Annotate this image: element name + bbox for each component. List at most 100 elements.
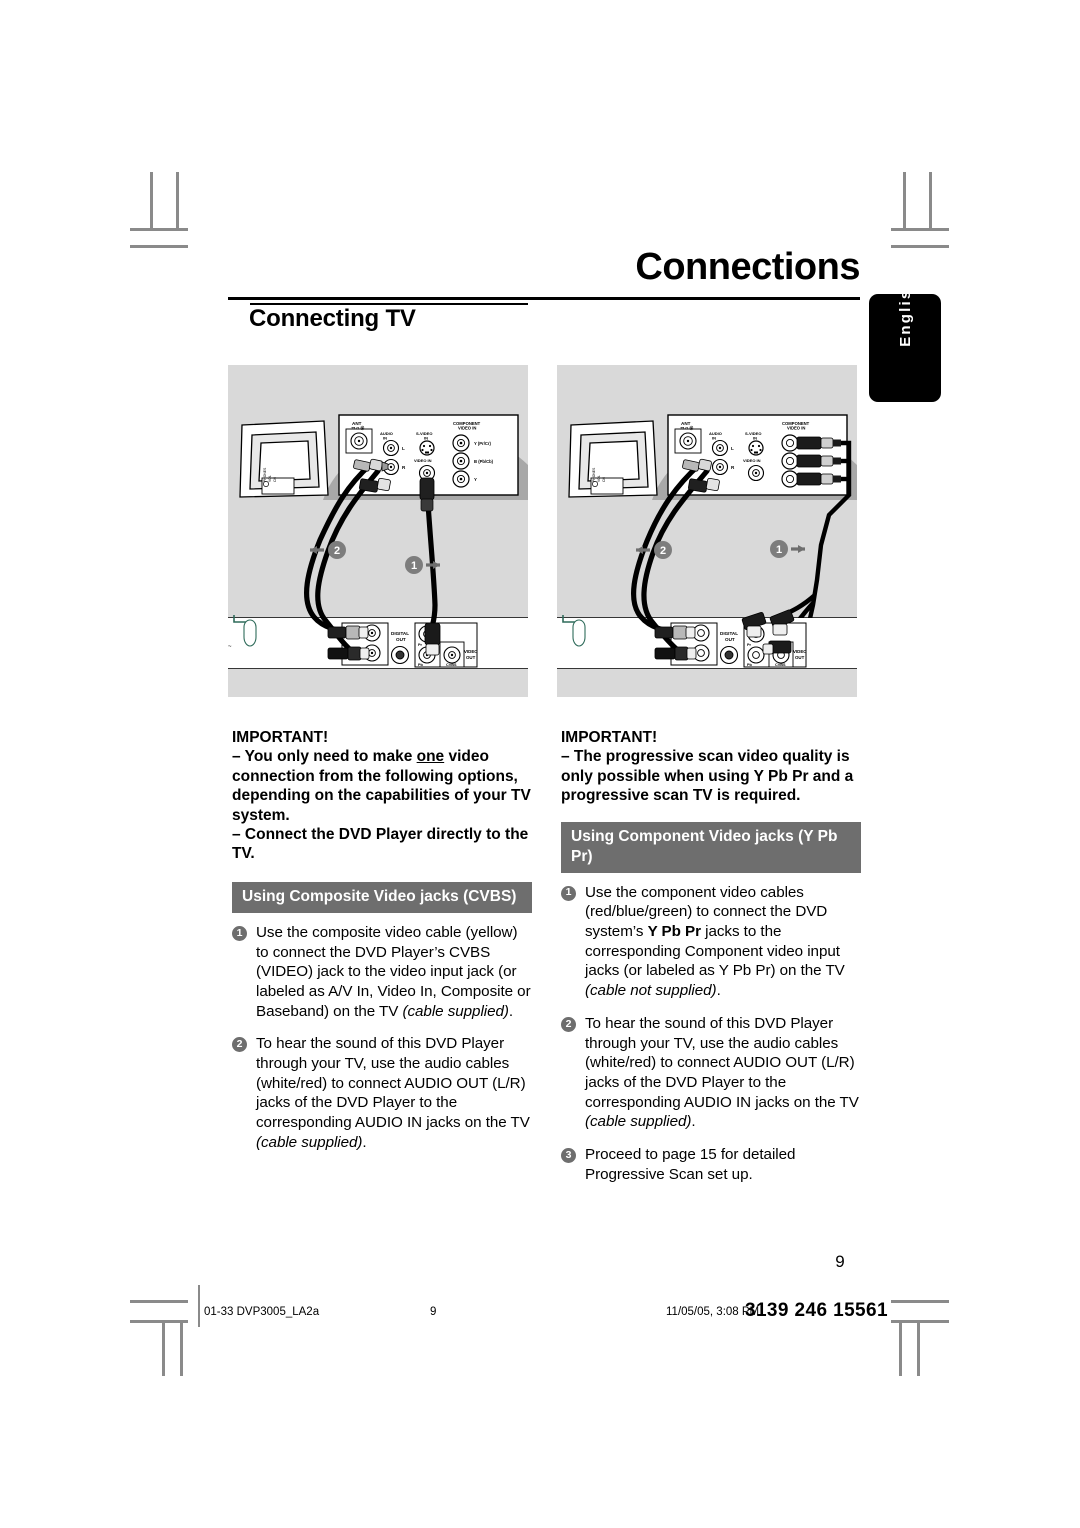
step-italic-note: (cable supplied) (402, 1002, 509, 1020)
step-number-badge: 2 (561, 1016, 576, 1032)
list-item: 1 Use the composite video cable (yellow) … (232, 923, 532, 1022)
crop-mark-top-right-outer-horizontal (891, 245, 949, 248)
section-title: Connecting TV (249, 305, 416, 332)
important-bullet-1-underline: one (416, 748, 445, 766)
svg-text:CH: CH (602, 477, 606, 482)
svg-text:L: L (402, 446, 405, 451)
step-tail: . (716, 982, 721, 1000)
svg-text:CVBS: CVBS (446, 663, 457, 667)
footer-document-code: 3139 246 15561 (745, 1300, 888, 1321)
diagram-left-graphic: PHONES VOL CH ANT 75 Ω ⑭ AUDIO IN L R S-… (228, 414, 528, 697)
step-number-badge: 1 (561, 885, 576, 901)
band-component-video: Using Component Video jacks (Y Pb Pr) (561, 821, 861, 873)
step-italic-note: (cable supplied) (256, 1133, 363, 1151)
step-italic-note: (cable not supplied) (585, 982, 717, 1000)
svg-text:VIDEO IN: VIDEO IN (414, 458, 432, 463)
crop-mark-bottom-left-outer-horizontal (130, 1300, 188, 1303)
diagram-right-graphic: PHONES VOL CH ANT 75 Ω ⑭ AUDIO IN L R S-… (557, 414, 857, 697)
svg-text:VIDEO IN: VIDEO IN (787, 425, 805, 430)
page-title: Connections (635, 246, 860, 288)
svg-text:OUT: OUT (466, 655, 476, 660)
important-heading-right: IMPORTANT! (561, 729, 658, 746)
svg-text:OUT: OUT (795, 655, 805, 660)
step-tail: . (691, 1113, 696, 1131)
steps-list-composite: 1 Use the composite video cable (yellow) … (232, 923, 532, 1153)
step-number-badge: 2 (232, 1037, 247, 1053)
important-heading-left: IMPORTANT! (232, 729, 329, 746)
crop-mark-top-right-outer-vertical (903, 172, 906, 230)
step-number-badge: 1 (232, 925, 247, 941)
important-bullet-2-left: – Connect the DVD Player directly to the… (232, 826, 529, 863)
language-tab-label: English (896, 277, 914, 347)
svg-text:Pr: Pr (418, 643, 423, 647)
list-item: 1 Use the component video cables (red/blu… (561, 883, 861, 1001)
crop-mark-top-left-vertical (150, 172, 153, 230)
svg-text:1: 1 (776, 544, 782, 556)
crop-mark-bottom-right-outer-horizontal (891, 1300, 949, 1303)
page-number: 9 (835, 1252, 845, 1271)
crop-mark-top-left-horizontal (130, 228, 188, 231)
header-divider (228, 297, 860, 300)
svg-text:VOL: VOL (597, 475, 601, 482)
step-tail: . (508, 1002, 514, 1020)
step-bold-term: Y Pb Pr (647, 923, 701, 941)
svg-text:Y: Y (474, 477, 477, 482)
svg-text:ANT: ANT (352, 421, 362, 426)
crop-mark-top-left-outer-horizontal (130, 245, 188, 248)
svg-text:CH: CH (273, 477, 277, 482)
svg-text:ANT: ANT (681, 421, 691, 426)
step-text: To hear the sound of this DVD Player thr… (256, 1035, 530, 1132)
footer-file-name: 01-33 DVP3005_LA2a (204, 1306, 320, 1318)
list-item: 2 To hear the sound of this DVD Player th… (561, 1014, 861, 1132)
steps-list-component: 1 Use the component video cables (red/blu… (561, 883, 861, 1185)
svg-text:IN: IN (383, 436, 387, 441)
component-video-connection-diagram: PHONES VOL CH ANT 75 Ω ⑭ AUDIO IN L R S-… (557, 365, 857, 697)
manual-page: Connections Connecting TV English PHONES… (0, 0, 1080, 1528)
svg-text:75 Ω ⑭: 75 Ω ⑭ (351, 426, 364, 431)
step-number-badge: 3 (561, 1148, 576, 1164)
step-tail: . (362, 1133, 367, 1151)
right-text-column: IMPORTANT! – The progressive scan video … (561, 728, 861, 1184)
footer: 01-33 DVP3005_LA2a 9 11/05/05, 3:08 PM 3… (0, 1300, 1080, 1332)
svg-text:Y (Pr/Cr): Y (Pr/Cr) (474, 441, 492, 446)
svg-text:OUT: OUT (725, 637, 735, 642)
crop-mark-top-left-outer-vertical (176, 172, 179, 230)
svg-text:VOL: VOL (268, 475, 272, 482)
svg-text:DIGITAL: DIGITAL (720, 631, 738, 636)
composite-video-connection-diagram: PHONES VOL CH ANT 75 Ω ⑭ AUDIO IN L R S-… (228, 365, 528, 697)
footer-left-rule (198, 1285, 200, 1327)
important-bullet-1-pre: – You only need to make (232, 748, 417, 766)
svg-text:VIDEO IN: VIDEO IN (458, 425, 476, 430)
svg-text:VIDEO: VIDEO (793, 649, 807, 654)
svg-text:75 Ω ⑭: 75 Ω ⑭ (680, 426, 693, 431)
svg-text:Pr: Pr (747, 643, 752, 647)
step-text: Proceed to page 15 for detailed Progress… (585, 1146, 796, 1183)
language-tab-english: English (869, 277, 941, 402)
svg-text:PHONES: PHONES (592, 467, 596, 482)
svg-text:VIDEO IN: VIDEO IN (743, 458, 761, 463)
list-item: 2 To hear the sound of this DVD Player th… (232, 1034, 532, 1152)
band-composite-video: Using Composite Video jacks (CVBS) (232, 881, 532, 913)
svg-text:Pb: Pb (418, 663, 424, 667)
callout-1: 1 (770, 540, 805, 558)
svg-text:DIGITAL: DIGITAL (391, 631, 409, 636)
svg-text:B (Pb/Cb): B (Pb/Cb) (474, 459, 494, 464)
svg-text:IN: IN (712, 436, 716, 441)
svg-text:2: 2 (660, 545, 666, 557)
svg-text:2: 2 (334, 545, 340, 557)
svg-text:L: L (731, 446, 734, 451)
svg-text:CVBS: CVBS (775, 663, 786, 667)
svg-text:Pb: Pb (747, 663, 753, 667)
footer-page-number: 9 (430, 1306, 437, 1318)
crop-mark-top-right-horizontal (891, 228, 949, 231)
step-text: To hear the sound of this DVD Player thr… (585, 1014, 859, 1111)
svg-text:VIDEO: VIDEO (464, 649, 478, 654)
important-bullet-1-left: – You only need to make one video connec… (232, 747, 532, 825)
svg-text:~: ~ (228, 644, 232, 650)
step-italic-note: (cable supplied) (585, 1113, 692, 1131)
svg-text:PHONES: PHONES (263, 467, 267, 482)
svg-text:1: 1 (411, 560, 417, 572)
crop-mark-top-right-vertical (929, 172, 932, 230)
svg-text:IN: IN (753, 435, 757, 440)
svg-text:IN: IN (424, 435, 428, 440)
